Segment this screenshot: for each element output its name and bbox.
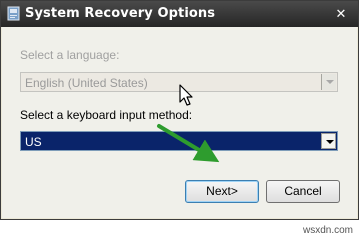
close-icon[interactable]: ✕ — [332, 6, 350, 22]
recovery-dialog: System Recovery Options ✕ Select a langu… — [0, 0, 359, 220]
keyboard-value: US — [25, 135, 42, 149]
recovery-app-icon — [7, 6, 20, 21]
language-label: Select a language: — [20, 48, 120, 62]
chevron-down-icon — [326, 80, 334, 84]
next-button[interactable]: Next> — [185, 180, 259, 203]
title-bar[interactable]: System Recovery Options ✕ — [1, 1, 358, 27]
chevron-down-icon — [326, 140, 334, 144]
cancel-button[interactable]: Cancel — [266, 180, 340, 203]
mouse-pointer-icon — [179, 84, 193, 106]
language-value: English (United States) — [25, 76, 148, 90]
window-title: System Recovery Options — [25, 6, 216, 21]
watermark: wsxdn.com — [300, 225, 355, 236]
green-arrow-annotation — [157, 124, 220, 163]
language-dropdown-button — [321, 74, 336, 90]
keyboard-dropdown-button[interactable] — [321, 133, 336, 149]
